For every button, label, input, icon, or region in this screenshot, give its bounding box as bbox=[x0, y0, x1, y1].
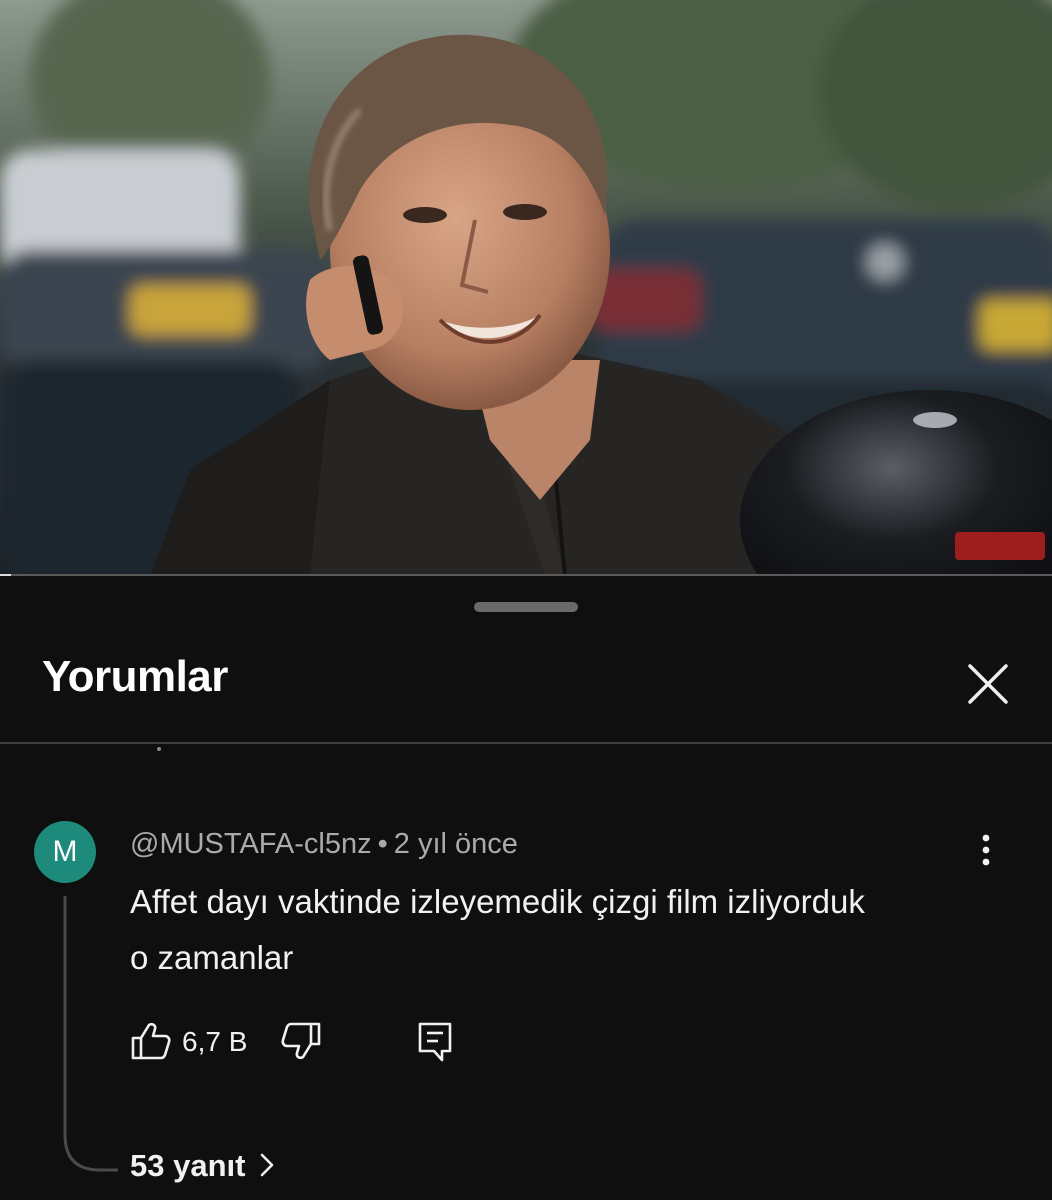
more-options-button[interactable] bbox=[962, 826, 1010, 874]
dislike-button[interactable] bbox=[278, 1018, 324, 1064]
thumbs-down-icon bbox=[281, 1022, 321, 1060]
meta-separator: • bbox=[377, 828, 388, 860]
video-frame-image bbox=[0, 0, 1052, 576]
comment-text: Affet dayı vaktinde izleyemedik çizgi fi… bbox=[130, 883, 865, 976]
reply-thread-line bbox=[63, 896, 118, 1172]
comment-timestamp: 2 yıl önce bbox=[393, 828, 518, 860]
like-count: 6,7 B bbox=[182, 1026, 248, 1057]
chevron-right-icon bbox=[261, 1153, 274, 1177]
youtube-comments-screen: Yorumlar M @MUSTAFA-cl5nz • 2 yıl önce A… bbox=[0, 0, 1052, 1200]
scroll-remnant bbox=[157, 747, 161, 751]
video-progress-fill bbox=[0, 574, 11, 576]
avatar[interactable]: M bbox=[34, 821, 96, 883]
replies-count-label: 53 yanıt bbox=[130, 1148, 246, 1183]
thumbs-up-icon bbox=[131, 1022, 171, 1060]
drag-handle[interactable] bbox=[474, 602, 578, 612]
more-vertical-icon bbox=[982, 834, 990, 866]
close-icon bbox=[968, 664, 1008, 704]
comment-author[interactable]: @MUSTAFA-cl5nz bbox=[130, 828, 372, 860]
video-progress-bar[interactable] bbox=[0, 574, 1052, 576]
like-button[interactable] bbox=[128, 1018, 174, 1064]
video-player[interactable] bbox=[0, 0, 1052, 576]
header-divider bbox=[0, 742, 1052, 744]
reply-button[interactable] bbox=[412, 1018, 458, 1064]
comment-meta: @MUSTAFA-cl5nz • 2 yıl önce bbox=[130, 828, 518, 861]
reply-comment-icon bbox=[418, 1022, 452, 1062]
close-button[interactable] bbox=[956, 652, 1020, 716]
comments-sheet: Yorumlar M @MUSTAFA-cl5nz • 2 yıl önce A… bbox=[0, 580, 1052, 1200]
view-replies-button[interactable]: 53 yanıt bbox=[130, 1148, 275, 1184]
